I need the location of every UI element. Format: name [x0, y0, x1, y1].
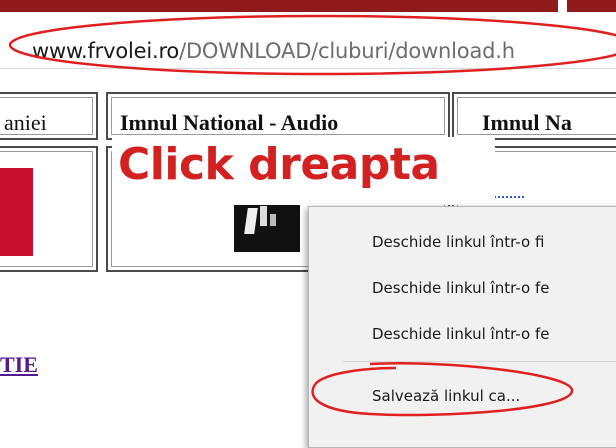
header-label: Imnul Na — [482, 110, 572, 135]
context-menu-separator — [343, 361, 616, 362]
context-menu: Deschide linkul într-o fi Deschide linku… — [308, 206, 616, 448]
table-header-cell-2: Imnul National - Audio — [106, 92, 450, 140]
partial-link[interactable] — [494, 196, 524, 203]
header-label: aniei — [4, 110, 47, 135]
annotation-callout-text: Click dreapta — [118, 139, 440, 190]
address-bar[interactable]: www.frvolei.ro/DOWNLOAD/cluburi/download… — [0, 12, 616, 69]
audio-thumbnail-image[interactable] — [234, 200, 300, 252]
url-text[interactable]: www.frvolei.ro/DOWNLOAD/cluburi/download… — [32, 39, 515, 63]
page-link[interactable]: TIE — [0, 352, 38, 378]
url-host: www.frvolei.ro — [32, 39, 180, 63]
annotation-callout: Click dreapta — [112, 137, 495, 205]
url-path: /DOWNLOAD/cluburi/download.h — [179, 39, 515, 63]
browser-tab-strip — [0, 0, 616, 12]
context-menu-item-open-new-tab[interactable]: Deschide linkul într-o fi — [372, 233, 544, 251]
header-label: Imnul National - Audio — [120, 110, 339, 135]
context-menu-item-open-incognito[interactable]: Deschide linkul într-o fe — [372, 325, 549, 343]
table-header-cell-3: Imnul Na — [452, 92, 616, 140]
table-header-cell-1: aniei — [0, 92, 98, 140]
flag-image — [0, 168, 33, 256]
context-menu-item-save-link-as[interactable]: Salvează linkul ca... — [372, 387, 520, 405]
context-menu-item-open-new-window[interactable]: Deschide linkul într-o fe — [372, 279, 549, 297]
